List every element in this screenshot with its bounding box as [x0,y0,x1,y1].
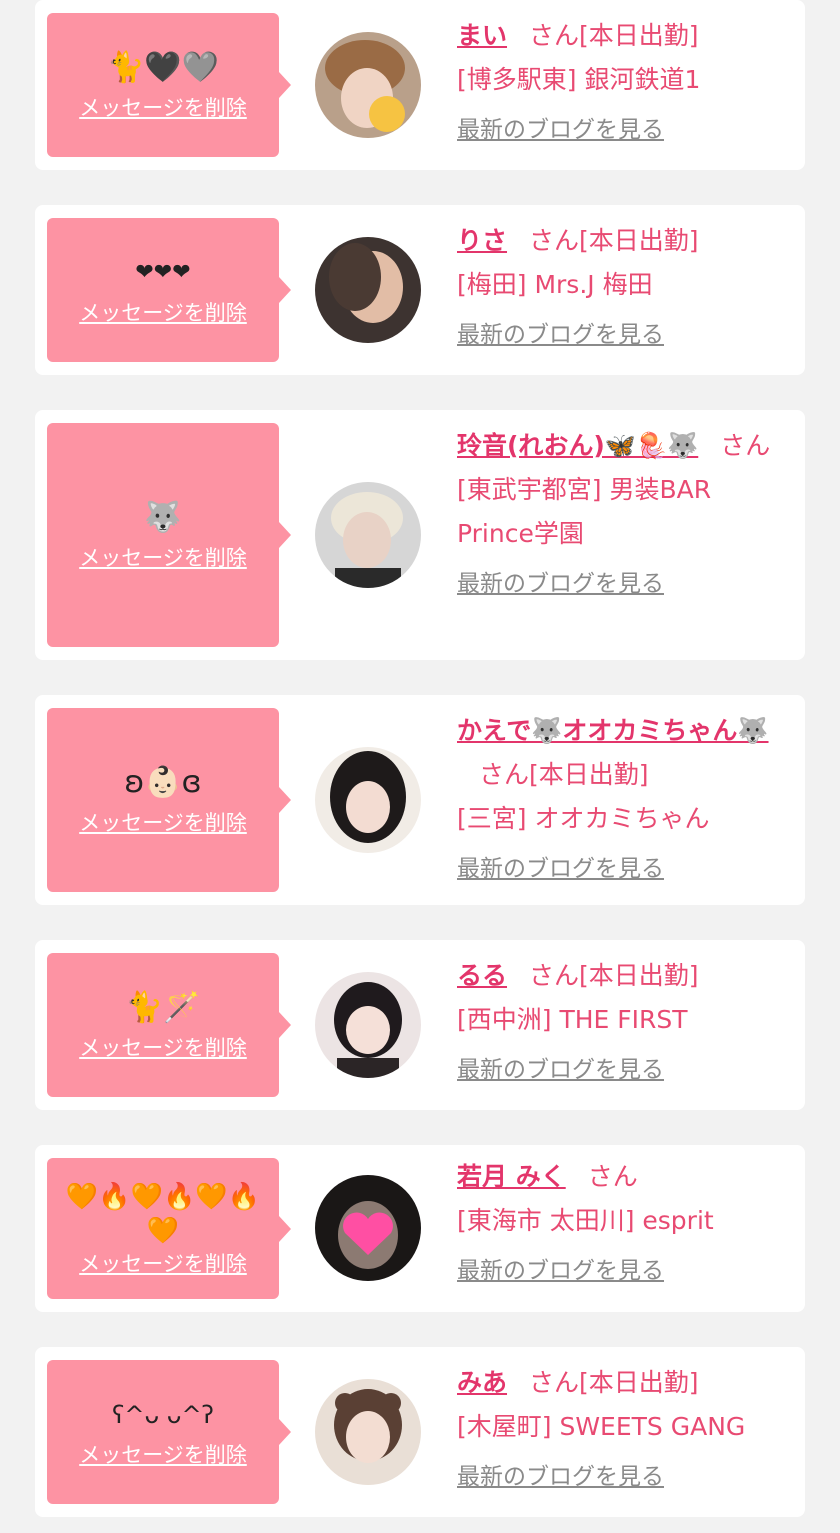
honorific: さん [587,1162,638,1191]
honorific: さん [720,431,771,460]
cast-name-link[interactable]: みあ [457,1368,507,1397]
shop-name: [博多駅東] 銀河鉄道1 [457,65,701,94]
message-bubble: ʕ^ᴗ ᴗ^ʔ メッセージを削除 [47,1360,291,1504]
message-bubble: 🧡🔥🧡🔥🧡🔥🧡 メッセージを削除 [47,1158,291,1299]
avatar[interactable] [315,1175,421,1281]
cast-info: るる さん[本日出勤] [西中洲] THE FIRST 最新のブログを見る [457,954,795,1091]
latest-blog-link[interactable]: 最新のブログを見る [457,1253,664,1289]
avatar[interactable] [315,972,421,1078]
shop-name: [三宮] オオカミちゃん [457,804,710,833]
honorific: さん [529,226,580,255]
status-badge: [本日出勤] [579,226,699,255]
message-card: 🐈🖤🩶 メッセージを削除 まい さん[本日出勤] [博多駅東] 銀河鉄道1 最新の… [35,0,805,170]
latest-blog-link[interactable]: 最新のブログを見る [457,112,664,148]
avatar-photo [315,32,421,138]
cast-info: みあ さん[本日出勤] [木屋町] SWEETS GANG 最新のブログを見る [457,1361,795,1498]
cast-name-link[interactable]: 若月 みく [457,1162,566,1191]
avatar-photo [315,482,421,588]
message-text: ʕ^ᴗ ᴗ^ʔ [112,1401,214,1429]
honorific: さん [529,1368,580,1397]
cast-name-link[interactable]: りさ [457,226,507,255]
message-card: ʕ^ᴗ ᴗ^ʔ メッセージを削除 みあ さん[本日出勤] [木屋町] SWEETS… [35,1347,805,1517]
avatar-photo [315,237,421,343]
message-text: ❤︎❤︎❤︎ [135,260,191,285]
status-badge: [本日出勤] [579,21,699,50]
cast-name-link[interactable]: まい [457,21,507,50]
cast-info: かえで🐺オオカミちゃん🐺 さん[本日出勤] [三宮] オオカミちゃん 最新のブログ… [457,709,795,890]
delete-message-link[interactable]: メッセージを削除 [79,299,247,327]
cast-info: 玲音(れおん)🦋🪼🐺 さん [東武宇都宮] 男装BAR Prince学園 最新のブ… [457,424,795,605]
shop-name: [西中洲] THE FIRST [457,1005,688,1034]
message-card: 🐺 メッセージを削除 玲音(れおん)🦋🪼🐺 さん [東武宇都宮] 男装BAR Pr… [35,410,805,660]
status-badge: [本日出勤] [579,961,699,990]
avatar-photo [315,747,421,853]
message-bubble: ʚ👶🏻ɞ メッセージを削除 [47,708,291,892]
honorific: さん [479,760,530,789]
status-badge: [本日出勤] [529,760,649,789]
avatar-photo [315,1175,421,1281]
avatar[interactable] [315,482,421,588]
delete-message-link[interactable]: メッセージを削除 [79,1441,247,1469]
delete-message-link[interactable]: メッセージを削除 [79,1250,247,1278]
delete-message-link[interactable]: メッセージを削除 [79,544,247,572]
latest-blog-link[interactable]: 最新のブログを見る [457,566,664,602]
honorific: さん [529,961,580,990]
message-text: 🐈🖤🩶 [106,50,220,85]
shop-name: [東武宇都宮] 男装BAR Prince学園 [457,475,712,548]
message-bubble: 🐈🪄 メッセージを削除 [47,953,291,1097]
message-text: ʚ👶🏻ɞ [124,765,202,800]
message-text: 🐈🪄 [125,990,201,1025]
message-card: 🧡🔥🧡🔥🧡🔥🧡 メッセージを削除 若月 みく さん [東海市 太田川] espri… [35,1145,805,1312]
delete-message-link[interactable]: メッセージを削除 [79,1034,247,1062]
delete-message-link[interactable]: メッセージを削除 [79,809,247,837]
avatar[interactable] [315,237,421,343]
status-badge: [本日出勤] [579,1368,699,1397]
avatar-photo [315,1379,421,1485]
message-bubble: ❤︎❤︎❤︎ メッセージを削除 [47,218,291,362]
latest-blog-link[interactable]: 最新のブログを見る [457,317,664,353]
cast-info: 若月 みく さん [東海市 太田川] esprit 最新のブログを見る [457,1155,795,1292]
honorific: さん [529,21,580,50]
delete-message-link[interactable]: メッセージを削除 [79,94,247,122]
shop-name: [東海市 太田川] esprit [457,1206,714,1235]
avatar[interactable] [315,32,421,138]
message-list: 🐈🖤🩶 メッセージを削除 まい さん[本日出勤] [博多駅東] 銀河鉄道1 最新の… [0,0,840,1533]
shop-name: [木屋町] SWEETS GANG [457,1412,746,1441]
avatar[interactable] [315,1379,421,1485]
message-text: 🐺 [144,500,182,535]
message-card: 🐈🪄 メッセージを削除 るる さん[本日出勤] [西中洲] THE FIRST 最… [35,940,805,1110]
avatar-photo [315,972,421,1078]
cast-name-link[interactable]: かえで🐺オオカミちゃん🐺 [457,716,769,745]
shop-name: [梅田] Mrs.J 梅田 [457,270,653,299]
cast-name-link[interactable]: るる [457,961,507,990]
latest-blog-link[interactable]: 最新のブログを見る [457,1052,664,1088]
cast-info: りさ さん[本日出勤] [梅田] Mrs.J 梅田 最新のブログを見る [457,219,795,356]
cast-name-link[interactable]: 玲音(れおん)🦋🪼🐺 [457,431,698,460]
cast-info: まい さん[本日出勤] [博多駅東] 銀河鉄道1 最新のブログを見る [457,14,795,151]
message-card: ʚ👶🏻ɞ メッセージを削除 かえで🐺オオカミちゃん🐺 さん[本日出勤] [三宮] … [35,695,805,905]
latest-blog-link[interactable]: 最新のブログを見る [457,1459,664,1495]
message-bubble: 🐈🖤🩶 メッセージを削除 [47,13,291,157]
message-text: 🧡🔥🧡🔥🧡🔥🧡 [65,1181,261,1246]
avatar[interactable] [315,747,421,853]
message-bubble: 🐺 メッセージを削除 [47,423,291,647]
message-card: ❤︎❤︎❤︎ メッセージを削除 りさ さん[本日出勤] [梅田] Mrs.J 梅田… [35,205,805,375]
latest-blog-link[interactable]: 最新のブログを見る [457,851,664,887]
